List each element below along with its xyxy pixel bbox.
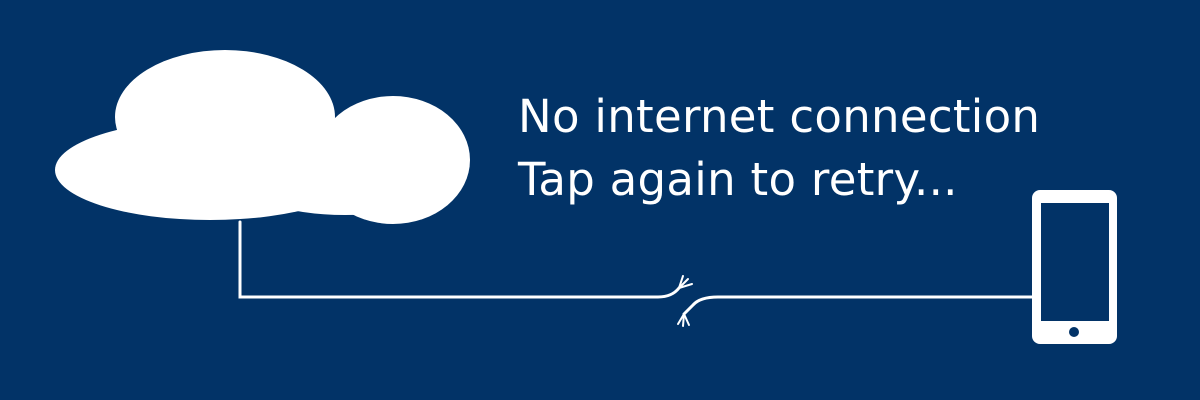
retry-hint: Tap again to retry... [518,153,958,206]
smartphone-icon [1032,190,1117,344]
offline-error-screen[interactable]: No internet connection Tap again to retr… [0,0,1200,400]
error-title: No internet connection [518,90,1041,143]
